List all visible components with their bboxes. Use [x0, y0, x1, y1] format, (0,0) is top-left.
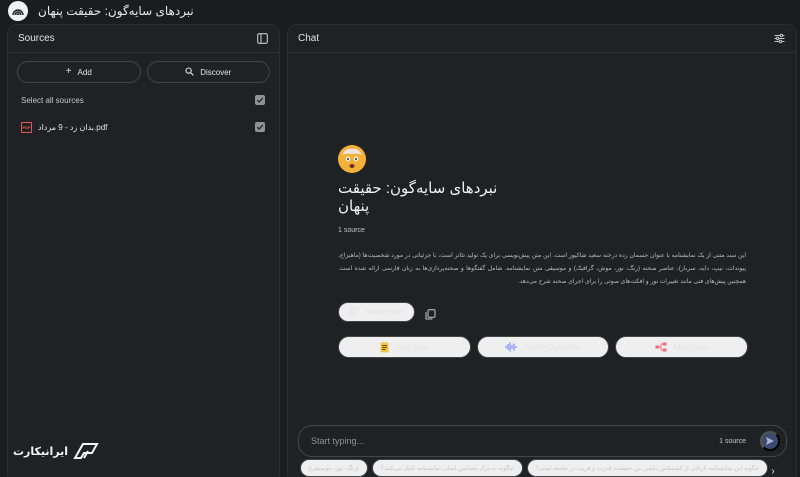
add-note-button[interactable]: Add note	[338, 336, 471, 358]
audio-overview-button[interactable]: Audio Overview	[476, 336, 610, 358]
plus-icon: +	[65, 66, 72, 77]
chat-title: Chat	[298, 33, 320, 44]
pdf-file-icon: PDF	[21, 121, 32, 133]
discover-label: Discover	[200, 67, 232, 77]
discover-search-icon	[185, 66, 194, 78]
save-to-note-label: Save to note	[365, 308, 405, 316]
select-all-label: Select all sources	[21, 95, 84, 105]
sources-header: Sources	[8, 25, 279, 53]
suggestion-chips: چگونه این نمایشنامه بازتابی از کشمکش دائ…	[298, 459, 768, 477]
watermark-logo-icon	[73, 443, 99, 459]
source-item-checkbox[interactable]	[255, 122, 265, 132]
chat-input-box: 1 source	[298, 425, 787, 457]
discover-button[interactable]: Discover	[146, 61, 270, 83]
notebook-source-count: 1 source	[338, 227, 365, 234]
check-icon	[256, 124, 264, 130]
audio-waveform-icon	[505, 342, 518, 352]
notebook-title: نبردهای سایه‌گون: حقیقت پنهان	[338, 180, 498, 215]
source-actions: + Add Discover	[8, 53, 279, 83]
watermark: ایرانیکارت	[13, 440, 100, 462]
source-item-name[interactable]: بدان زد - 9 مرداد.pdf	[38, 123, 107, 132]
add-note-label: Add note	[396, 342, 429, 352]
mind-map-icon	[655, 342, 667, 352]
notebook-emoji-icon	[338, 145, 366, 173]
select-all-row[interactable]: Select all sources	[8, 93, 279, 107]
sources-title: Sources	[18, 33, 55, 44]
send-arrow-icon	[766, 437, 774, 445]
app-title[interactable]: نبردهای سایه‌گون: حقیقت پنهان	[38, 4, 194, 18]
suggestion-chip[interactable]: (رنگ، نور، موسیقی)	[299, 459, 368, 477]
note-actions: Save to note	[338, 302, 748, 322]
source-item[interactable]: PDF بدان زد - 9 مرداد.pdf	[8, 120, 279, 134]
save-to-note-button[interactable]: Save to note	[338, 302, 416, 322]
audio-overview-label: Audio Overview	[524, 342, 581, 352]
add-source-label: Add	[77, 67, 92, 77]
notebook-overview: نبردهای سایه‌گون: حقیقت پنهان 1 source ا…	[338, 145, 749, 358]
chat-input[interactable]	[311, 436, 720, 446]
copy-icon[interactable]	[425, 307, 436, 319]
mind-map-button[interactable]: Mind map	[615, 336, 749, 358]
feature-actions: Add note Audio Overview Mind map	[338, 336, 749, 358]
chat-panel: Chat نبردهای سایه‌گون: ح	[287, 24, 797, 477]
source-item-info: PDF بدان زد - 9 مرداد.pdf	[21, 121, 107, 133]
sources-panel: Sources + Add Discover Select all source…	[7, 24, 280, 477]
select-all-checkbox[interactable]	[255, 95, 265, 105]
chat-settings-icon[interactable]	[772, 32, 786, 46]
watermark-text: ایرانیکارت	[13, 445, 69, 458]
pin-icon	[349, 308, 357, 316]
send-button[interactable]	[760, 431, 780, 451]
check-icon	[256, 97, 264, 103]
notebook-logo-icon[interactable]	[8, 1, 28, 21]
note-icon	[380, 342, 389, 352]
top-bar: نبردهای سایه‌گون: حقیقت پنهان	[0, 0, 800, 22]
suggestion-chip[interactable]: چگونه این نمایشنامه بازتابی از کشمکش دائ…	[526, 459, 768, 477]
notebook-summary: این سند متنی از یک نمایشنامه با عنوان جس…	[338, 253, 746, 285]
collapse-panel-icon[interactable]	[255, 32, 269, 46]
mind-map-label: Mind map	[673, 342, 709, 352]
chat-header: Chat	[288, 25, 796, 53]
chevron-right-icon[interactable]: ›	[764, 462, 782, 477]
suggestion-chip[interactable]: چگونه به درک مضامین اصلی نمایشنامه کمک م…	[371, 459, 523, 477]
add-source-button[interactable]: + Add	[17, 61, 141, 83]
input-source-count: 1 source	[719, 437, 746, 445]
